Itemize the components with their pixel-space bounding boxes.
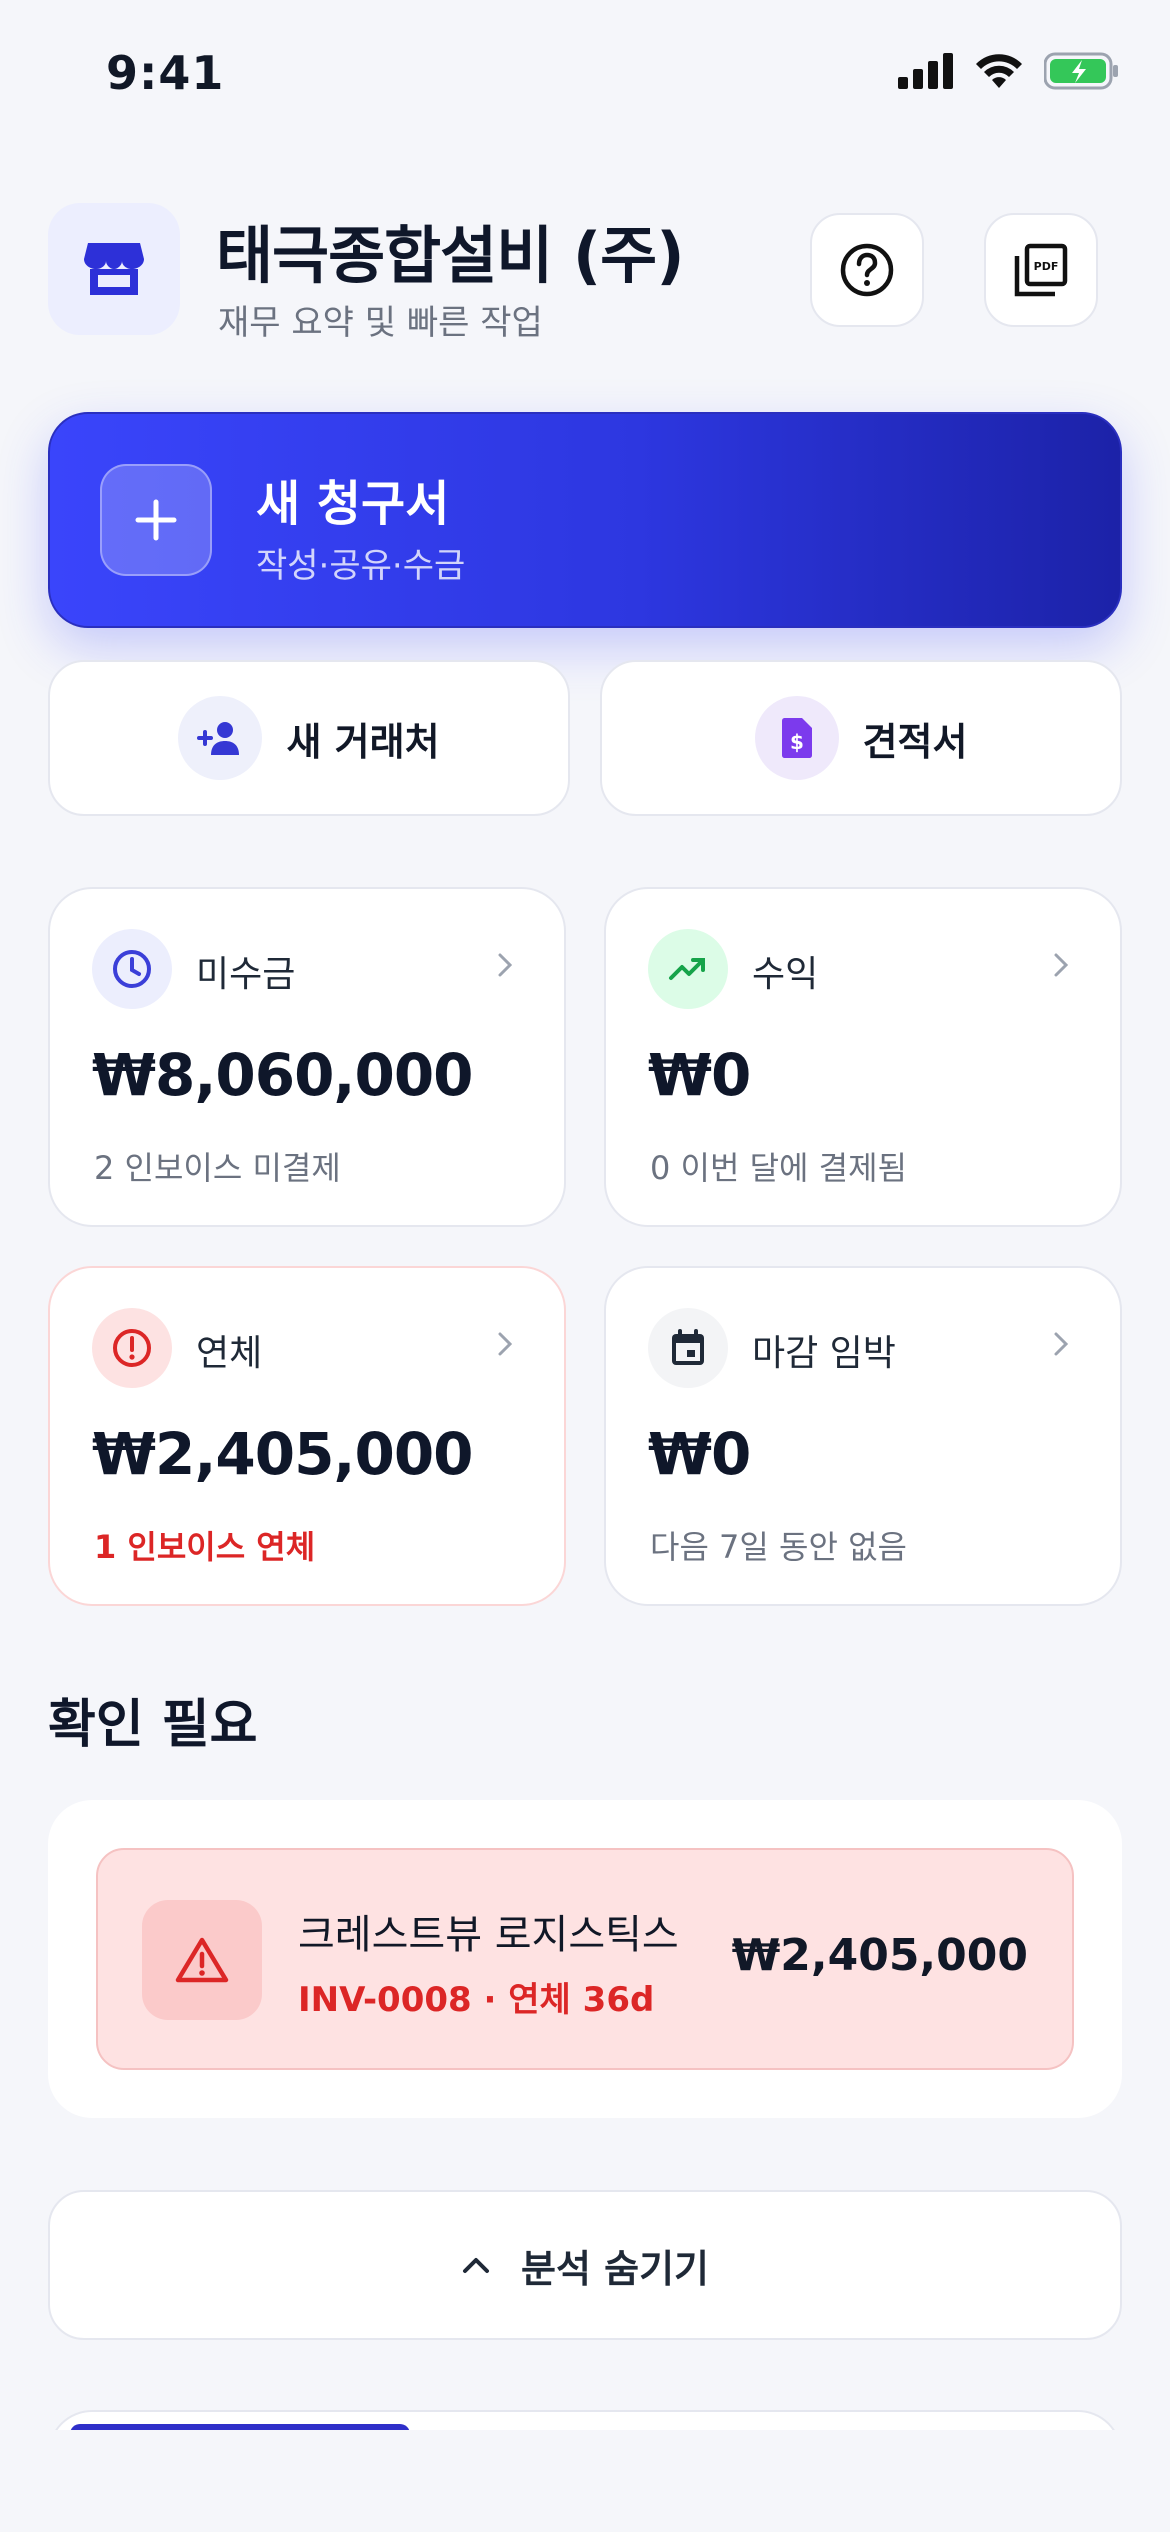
card-note: 다음 7일 동안 없음 [650, 1528, 907, 1566]
card-amount: ₩0 [648, 1041, 751, 1109]
estimate-icon-wrap: $ [754, 696, 839, 780]
trend-up-icon-wrap [648, 929, 728, 1009]
storefront-icon [84, 243, 144, 295]
card-note: 0 이번 달에 결제됨 [650, 1149, 907, 1187]
calendar-icon-wrap [648, 1308, 728, 1388]
alert-circle-icon [113, 1329, 151, 1367]
new-invoice-button[interactable]: 새 청구서 작성·공유·수금 [48, 412, 1122, 628]
overdue-card[interactable]: 연체 ₩2,405,000 1 인보이스 연체 [48, 1266, 566, 1606]
svg-text:$: $ [790, 730, 804, 754]
card-amount: ₩0 [648, 1420, 751, 1488]
overdue-invoice-row[interactable]: 크레스트뷰 로지스틱스 INV-0008 · 연체 36d ₩2,405,000 [96, 1848, 1074, 2070]
warning-icon-wrap [142, 1900, 262, 2020]
attention-panel: 크레스트뷰 로지스틱스 INV-0008 · 연체 36d ₩2,405,000 [48, 1800, 1122, 2118]
new-client-button[interactable]: 새 거래처 [48, 660, 570, 816]
clock-icon [113, 950, 151, 988]
cellular-signal-icon [898, 53, 953, 89]
estimate-button[interactable]: $ 견적서 [600, 660, 1122, 816]
plus-icon [135, 499, 177, 541]
add-person-icon [197, 722, 240, 755]
card-label: 마감 임박 [752, 1333, 896, 1374]
bottom-area [0, 2430, 1170, 2532]
revenue-card[interactable]: 수익 ₩0 0 이번 달에 결제됨 [604, 887, 1122, 1227]
add-person-icon-wrap [178, 696, 263, 780]
chevron-right-icon [498, 1332, 513, 1356]
card-amount: ₩2,405,000 [92, 1420, 474, 1488]
alert-circle-icon-wrap [92, 1308, 172, 1388]
new-client-label: 새 거래처 [286, 719, 440, 764]
svg-text:PDF: PDF [1034, 260, 1059, 273]
hide-analysis-button[interactable]: 분석 숨기기 [48, 2190, 1122, 2340]
calendar-icon [672, 1329, 704, 1365]
new-invoice-title: 새 청구서 [256, 476, 450, 532]
card-note: 2 인보이스 미결제 [94, 1149, 341, 1187]
chevron-right-icon [1054, 1332, 1069, 1356]
company-name: 태극종합설비 (주) [216, 219, 685, 292]
battery-charging-icon [1044, 52, 1118, 90]
invoice-amount: ₩2,405,000 [731, 1930, 1028, 1981]
status-bar: 9:41 [0, 0, 1170, 150]
pdf-export-button[interactable]: PDF [984, 213, 1098, 327]
card-note: 1 인보이스 연체 [94, 1528, 316, 1566]
company-subtitle: 재무 요약 및 빠른 작업 [218, 303, 543, 343]
card-amount: ₩8,060,000 [92, 1041, 474, 1109]
estimate-document-icon: $ [781, 718, 812, 758]
trend-up-icon [669, 958, 705, 980]
help-button[interactable] [810, 213, 924, 327]
hide-analysis-label: 분석 숨기기 [520, 2246, 710, 2291]
clock-icon-wrap [92, 929, 172, 1009]
new-invoice-subtitle: 작성·공유·수금 [256, 546, 466, 586]
pdf-icon: PDF [1014, 243, 1068, 297]
chevron-right-icon [498, 953, 513, 977]
header: 태극종합설비 (주) 재무 요약 및 빠른 작업 PDF [48, 203, 1122, 343]
chevron-up-icon [462, 2258, 489, 2273]
help-circle-icon [840, 243, 894, 297]
card-label: 미수금 [196, 954, 296, 995]
card-label: 연체 [196, 1333, 263, 1374]
status-icons [898, 52, 1120, 90]
warning-triangle-icon [175, 1937, 229, 1983]
chevron-right-icon [1054, 953, 1069, 977]
plus-icon-box [100, 464, 212, 576]
status-time: 9:41 [106, 46, 225, 100]
due-soon-card[interactable]: 마감 임박 ₩0 다음 7일 동안 없음 [604, 1266, 1122, 1606]
estimate-label: 견적서 [862, 719, 968, 764]
client-name: 크레스트뷰 로지스틱스 [298, 1912, 679, 1958]
receivables-card[interactable]: 미수금 ₩8,060,000 2 인보이스 미결제 [48, 887, 566, 1227]
attention-section-title: 확인 필요 [48, 1695, 258, 1755]
store-logo [48, 203, 180, 335]
invoice-meta: INV-0008 · 연체 36d [298, 1980, 655, 2020]
card-label: 수익 [752, 954, 819, 995]
wifi-icon [976, 54, 1022, 88]
